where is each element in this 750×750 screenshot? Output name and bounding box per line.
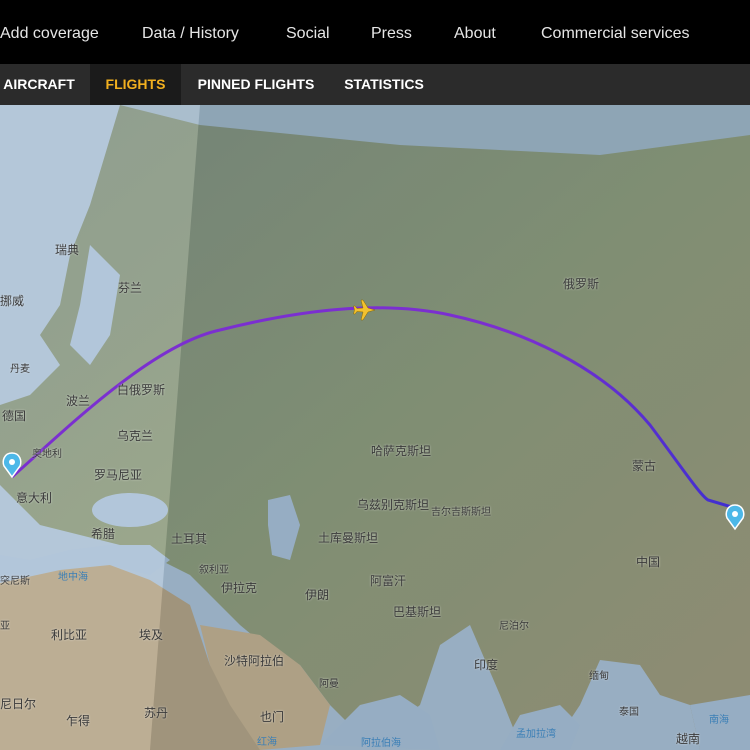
label-sudan: 苏丹 (144, 706, 169, 720)
label-sweden: 瑞典 (55, 243, 80, 257)
label-thailand: 泰国 (619, 707, 639, 718)
tab-statistics[interactable]: STATISTICS (334, 64, 434, 105)
label-libya: 利比亚 (51, 628, 88, 642)
label-uzbekistan: 乌兹别克斯坦 (357, 498, 430, 512)
label-italy: 意大利 (16, 491, 53, 505)
top-navigation: Add coverage Data / History Social Press… (0, 0, 750, 68)
nav-social[interactable]: Social (286, 0, 330, 68)
label-mediterranean: 地中海 (58, 572, 88, 583)
label-oman: 阿曼 (319, 679, 339, 690)
label-denmark: 丹麦 (10, 364, 30, 375)
nav-press[interactable]: Press (371, 0, 412, 68)
label-iraq: 伊拉克 (221, 581, 258, 595)
flight-map[interactable]: 俄罗斯 哈萨克斯坦 蒙古 中国 芬兰 瑞典 挪威 丹麦 德国 波兰 白俄罗斯 乌… (0, 105, 750, 750)
tab-pinned-flights[interactable]: PINNED FLIGHTS (190, 64, 322, 105)
nav-data-history[interactable]: Data / History (142, 0, 239, 68)
label-turkmenistan: 土库曼斯坦 (318, 531, 379, 545)
label-afghanistan: 阿富汗 (370, 574, 407, 588)
label-bay-of-bengal: 孟加拉湾 (516, 729, 556, 740)
label-greece: 希腊 (91, 527, 116, 541)
nav-commercial-services[interactable]: Commercial services (541, 0, 689, 68)
label-russia: 俄罗斯 (563, 277, 600, 291)
nav-about[interactable]: About (454, 0, 496, 68)
label-kyrgyzstan: 吉尔吉斯斯坦 (431, 507, 491, 518)
label-kazakhstan: 哈萨克斯坦 (371, 444, 432, 458)
label-arabian-sea: 阿拉伯海 (361, 738, 401, 749)
label-myanmar: 缅甸 (589, 671, 609, 682)
label-syria: 叙利亚 (199, 565, 229, 576)
label-poland: 波兰 (66, 394, 91, 408)
label-germany: 德国 (2, 409, 27, 423)
label-red-sea: 红海 (257, 737, 277, 748)
label-india: 印度 (474, 658, 499, 672)
label-norway: 挪威 (0, 294, 25, 308)
nav-add-coverage[interactable]: Add coverage (0, 0, 99, 68)
label-chad: 乍得 (66, 714, 91, 728)
label-yemen: 也门 (260, 710, 285, 724)
label-china: 中国 (636, 555, 661, 569)
map-canvas (0, 105, 750, 750)
label-iran: 伊朗 (305, 588, 330, 602)
label-romania: 罗马尼亚 (94, 468, 143, 482)
label-finland: 芬兰 (118, 281, 143, 295)
tab-flights[interactable]: FLIGHTS (90, 64, 181, 105)
sub-navigation: AIRCRAFT FLIGHTS PINNED FLIGHTS STATISTI… (0, 64, 750, 105)
label-egypt: 埃及 (139, 628, 164, 642)
tab-aircraft[interactable]: AIRCRAFT (0, 64, 78, 105)
label-mongolia: 蒙古 (632, 459, 657, 473)
label-niger: 尼日尔 (0, 697, 37, 711)
label-ukraine: 乌克兰 (117, 429, 154, 443)
label-nepal: 尼泊尔 (499, 621, 529, 632)
label-south-china-sea: 南海 (709, 715, 729, 726)
label-turkey: 土耳其 (171, 532, 208, 546)
label-belarus: 白俄罗斯 (117, 383, 166, 397)
label-edge-left: 亚 (0, 621, 10, 632)
label-austria: 奥地利 (32, 449, 62, 460)
label-saudi-arabia: 沙特阿拉伯 (224, 654, 285, 668)
label-pakistan: 巴基斯坦 (393, 605, 442, 619)
label-tunisia: 突尼斯 (0, 576, 30, 587)
label-vietnam: 越南 (676, 732, 701, 746)
